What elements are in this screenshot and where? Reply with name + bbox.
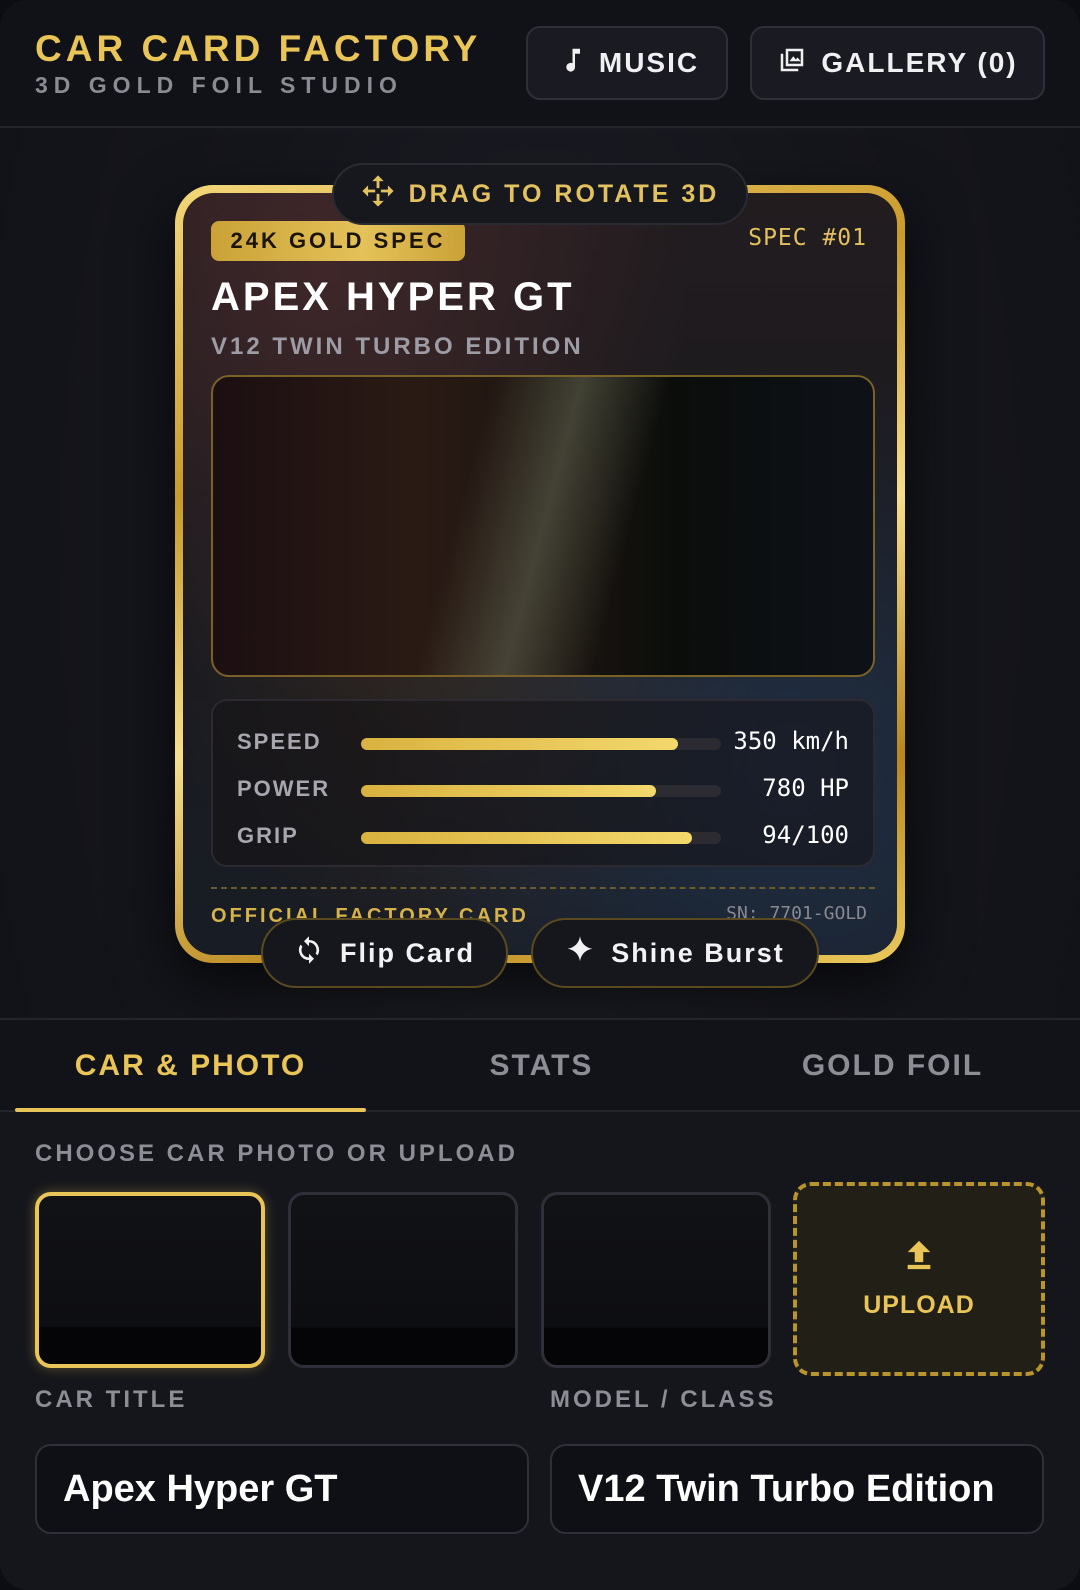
upload-label: UPLOAD <box>863 1291 975 1319</box>
stat-row-power: POWER 780 HP <box>213 768 873 808</box>
stat-row-grip: GRIP 94/100 <box>213 815 873 855</box>
app-subtitle: 3D GOLD FOIL STUDIO <box>35 72 403 98</box>
card-car-photo <box>211 375 875 677</box>
gallery-button-label: GALLERY (0) <box>821 47 1018 78</box>
stat-row-speed: SPEED 350 km/h <box>213 721 873 761</box>
stat-bar-fill <box>361 738 678 750</box>
stat-label: GRIP <box>237 823 299 848</box>
stat-bar-track <box>361 785 721 797</box>
shine-burst-button[interactable]: Shine Burst <box>531 918 819 988</box>
upload-photo-button[interactable]: UPLOAD <box>793 1182 1045 1376</box>
drag-hint-label: DRAG TO ROTATE 3D <box>408 179 720 208</box>
car-photo-option-3[interactable] <box>541 1192 771 1368</box>
spec-number: SPEC #01 <box>748 225 867 251</box>
photo-section-label: CHOOSE CAR PHOTO OR UPLOAD <box>35 1140 518 1167</box>
editor-tabs: CAR & PHOTO STATS GOLD FOIL <box>0 1018 1080 1112</box>
refresh-icon <box>294 935 324 972</box>
card-face: 24K GOLD SPEC SPEC #01 APEX HYPER GT V12… <box>183 193 897 955</box>
model-class-label: MODEL / CLASS <box>550 1386 777 1413</box>
card-car-title: APEX HYPER GT <box>211 275 575 319</box>
tab-car-photo[interactable]: CAR & PHOTO <box>15 1020 366 1112</box>
stat-value: 94/100 <box>762 821 849 849</box>
flip-card-label: Flip Card <box>339 937 475 968</box>
tab-stats[interactable]: STATS <box>366 1020 717 1112</box>
stat-label: POWER <box>237 776 331 801</box>
shine-burst-label: Shine Burst <box>611 937 785 968</box>
music-note-icon <box>555 45 585 82</box>
car-title-input[interactable]: Apex Hyper GT <box>35 1444 529 1534</box>
stat-value: 350 km/h <box>733 727 849 755</box>
gallery-button[interactable]: GALLERY (0) <box>750 26 1045 100</box>
stat-bar-track <box>361 832 721 844</box>
music-button[interactable]: MUSIC <box>526 26 728 100</box>
stat-bar-track <box>361 738 721 750</box>
car-photo-panel: CHOOSE CAR PHOTO OR UPLOAD UPLOAD CAR TI… <box>0 1112 1080 1590</box>
flip-card-button[interactable]: Flip Card <box>261 918 508 988</box>
card-stage[interactable]: 24K GOLD SPEC SPEC #01 APEX HYPER GT V12… <box>0 130 1080 1018</box>
music-button-label: MUSIC <box>598 47 700 78</box>
gold-spec-badge: 24K GOLD SPEC <box>211 221 465 261</box>
car-title-label: CAR TITLE <box>35 1386 188 1413</box>
stat-bar-fill <box>361 785 657 797</box>
drag-to-rotate-hint: DRAG TO ROTATE 3D <box>332 163 748 225</box>
app-window: CAR CARD FACTORY 3D GOLD FOIL STUDIO MUS… <box>0 0 1080 1590</box>
gallery-icon <box>777 45 807 82</box>
sparkle-icon <box>565 935 595 972</box>
app-header: CAR CARD FACTORY 3D GOLD FOIL STUDIO MUS… <box>0 0 1080 128</box>
tab-gold-foil[interactable]: GOLD FOIL <box>717 1020 1068 1112</box>
model-class-input[interactable]: V12 Twin Turbo Edition <box>550 1444 1044 1534</box>
app-title: CAR CARD FACTORY <box>35 28 482 69</box>
card-stats: SPEED 350 km/h POWER 780 HP GRIP 94/100 <box>211 699 875 867</box>
upload-arrow-icon <box>902 1238 936 1277</box>
car-photo-option-2[interactable] <box>288 1192 518 1368</box>
card-car-model: V12 TWIN TURBO EDITION <box>211 333 584 360</box>
car-card[interactable]: 24K GOLD SPEC SPEC #01 APEX HYPER GT V12… <box>175 185 905 963</box>
stat-label: SPEED <box>237 729 322 754</box>
car-photo-option-1[interactable] <box>35 1192 265 1368</box>
stat-value: 780 HP <box>762 774 849 802</box>
move-arrows-icon <box>361 174 395 215</box>
card-divider <box>211 887 875 889</box>
stat-bar-fill <box>361 832 693 844</box>
